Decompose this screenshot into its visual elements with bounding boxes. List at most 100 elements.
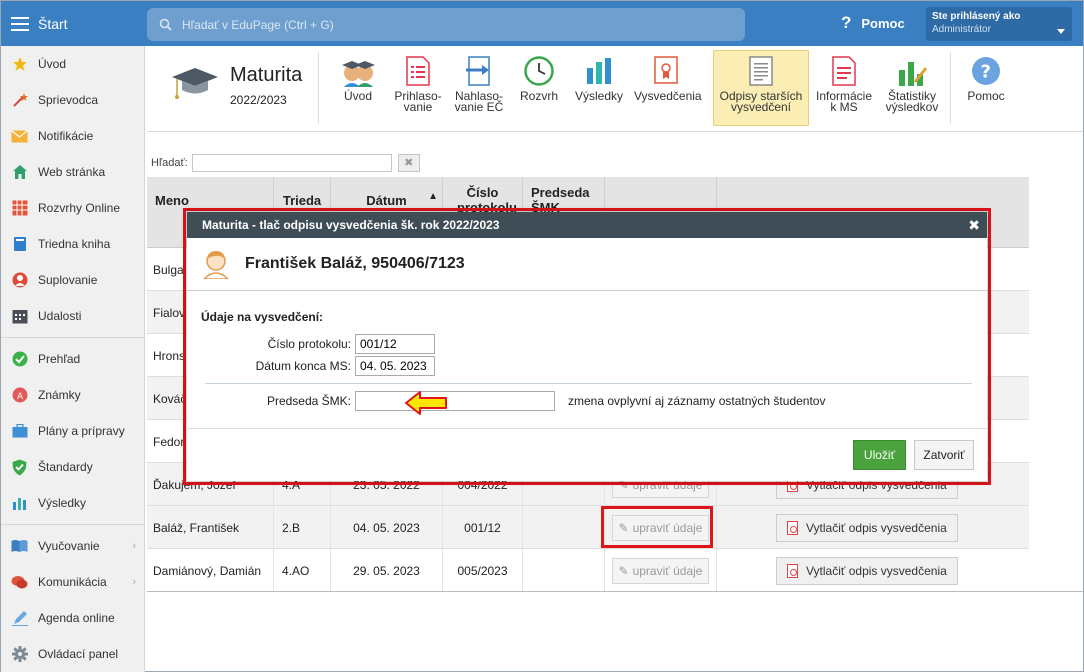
sidebar-item-triedna-kniha[interactable]: Triedna kniha [1,226,144,262]
cell-chair [523,549,605,592]
module-toolbar: Maturita 2022/2023 Úvod Prihlaso- vanie … [147,46,1083,132]
print-certificate-button[interactable]: Vytlačiť odpis vysvedčenia [776,556,958,585]
help-button[interactable]: ? Pomoc [841,13,905,33]
sidebar-item-label: Prehľad [38,352,81,366]
save-button[interactable]: Uložiť [853,440,906,470]
sidebar-item-komunikacia[interactable]: Komunikácia › [1,564,144,600]
sidebar-item-label: Úvod [38,57,67,71]
sidebar-item-vysledky[interactable]: Výsledky [1,485,144,521]
tool-label: Rozvrh [519,89,558,103]
tool-vysvedcenia[interactable]: Vysvedčenia [634,51,702,126]
user-menu[interactable]: Ste prihlásený ako Administrátor [926,7,1072,41]
date-input[interactable] [355,356,435,376]
tool-prihlasovanie[interactable]: Prihlaso- vanie [390,51,446,126]
print-certificate-button[interactable]: Vytlačiť odpis vysvedčenia [776,513,958,542]
sidebar: Úvod Sprievodca Notifikácie Web stránka … [1,46,145,672]
sidebar-item-vyucovanie[interactable]: Vyučovanie › [1,528,144,564]
tool-odpisy[interactable]: Odpisy starších vysvedčení [713,50,809,126]
calendar-grid-icon [11,200,28,217]
tool-label: vysvedčení [730,100,792,114]
cell-class: 2.B [274,506,331,549]
filter-input[interactable] [191,154,392,172]
close-button[interactable]: Zatvoriť [914,440,974,470]
tool-informacie[interactable]: Informácie k MS [814,51,874,126]
tool-rozvrh[interactable]: Rozvrh [514,51,564,126]
tool-nahlasovanie[interactable]: Nahlaso- vanie EČ [451,51,507,126]
print-label: Vytlačiť odpis vysvedčenia [806,563,947,578]
sidebar-item-label: Triedna kniha [38,237,111,251]
sidebar-item-label: Známky [38,388,81,402]
clear-filter-button[interactable]: ✖ [397,154,420,172]
cell-print: Vytlačiť odpis vysvedčenia [717,506,1029,549]
sidebar-item-suplovanie[interactable]: Suplovanie [1,262,144,298]
chevron-right-icon: › [132,576,136,588]
tool-statistiky[interactable]: Štatistiky výsledkov [883,51,941,126]
close-icon[interactable]: ✖ [968,217,980,234]
sidebar-item-label: Suplovanie [38,273,98,287]
sidebar-item-udalosti[interactable]: Udalosti [1,298,144,334]
sidebar-item-rozvrhy[interactable]: Rozvrhy Online [1,190,144,226]
sidebar-item-notifikacie[interactable]: Notifikácie [1,118,144,154]
sidebar-item-znamky[interactable]: A Známky [1,377,144,413]
tool-label: vanie [403,100,433,114]
arrow-document-icon [466,56,490,86]
tool-label: Výsledky [574,89,624,103]
sidebar-divider [1,524,144,525]
check-circle-icon [11,351,28,368]
sidebar-item-ovladaci-panel[interactable]: Ovládací panel [1,636,144,672]
sort-asc-icon: ▲ [428,191,438,202]
date-label: Dátum konca MS: [255,359,351,373]
print-certificate-dialog: Maturita - tlač odpisu vysvedčenia šk. r… [187,212,987,481]
tool-uvod[interactable]: Úvod [330,51,386,126]
bar-chart-icon [11,495,28,512]
wand-icon [11,92,28,109]
sidebar-item-prehlad[interactable]: Prehľad [1,341,144,377]
edit-data-button[interactable]: ✎ upraviť údaje [611,557,710,584]
sidebar-item-label: Web stránka [38,165,106,179]
star-icon [11,56,28,73]
cell-date: 29. 05. 2023 [331,549,443,592]
sidebar-item-agenda[interactable]: Agenda online [1,600,144,636]
pen-icon [11,610,28,627]
sidebar-item-web[interactable]: Web stránka [1,154,144,190]
chat-icon [11,574,28,591]
table-row: Baláž, František 2.B 04. 05. 2023 001/12… [147,506,1029,549]
certificate-icon [654,56,678,84]
search-input[interactable] [182,17,702,32]
global-search[interactable] [147,8,745,41]
sidebar-item-label: Štandardy [38,460,93,474]
sidebar-item-standardy[interactable]: Štandardy [1,449,144,485]
sidebar-item-label: Sprievodca [38,93,99,107]
pdf-icon [787,520,798,535]
dialog-footer-divider [187,428,987,429]
chair-input[interactable] [355,391,555,411]
search-icon [159,18,172,31]
sidebar-item-plany[interactable]: Plány a prípravy [1,413,144,449]
top-bar: Štart ? Pomoc Ste prihlásený ako Adminis… [1,1,1083,46]
module-title: Maturita [230,64,303,86]
info-document-icon [832,56,856,86]
toolbar-divider [950,52,951,124]
date-header-label: Dátum [366,193,407,208]
protocol-input[interactable] [355,334,435,354]
statistics-icon [899,62,927,86]
hamburger-icon [11,16,29,31]
tool-label: Vysvedčenia [634,89,702,103]
student-name: František Baláž, 950406/7123 [245,255,465,272]
sidebar-item-label: Rozvrhy Online [38,201,121,215]
cell-edit: ✎ upraviť údaje [605,549,717,592]
house-icon [11,164,28,181]
table-bottom-border [147,591,1083,592]
tool-pomoc[interactable]: ? Pomoc [961,51,1011,126]
clock-icon [524,56,554,86]
dialog-title: Maturita - tlač odpisu vysvedčenia šk. r… [202,218,500,232]
chair-label: Predseda ŠMK: [266,394,351,408]
svg-text:A: A [17,392,24,402]
start-menu-button[interactable]: Štart [1,1,145,46]
briefcase-icon [11,423,28,440]
tool-vysledky[interactable]: Výsledky [571,51,627,126]
sidebar-item-uvod[interactable]: Úvod [1,46,144,82]
sidebar-item-sprievodca[interactable]: Sprievodca [1,82,144,118]
graduation-cap-icon [172,68,218,99]
filter-bar: Hľadať: ✖ [151,154,420,172]
